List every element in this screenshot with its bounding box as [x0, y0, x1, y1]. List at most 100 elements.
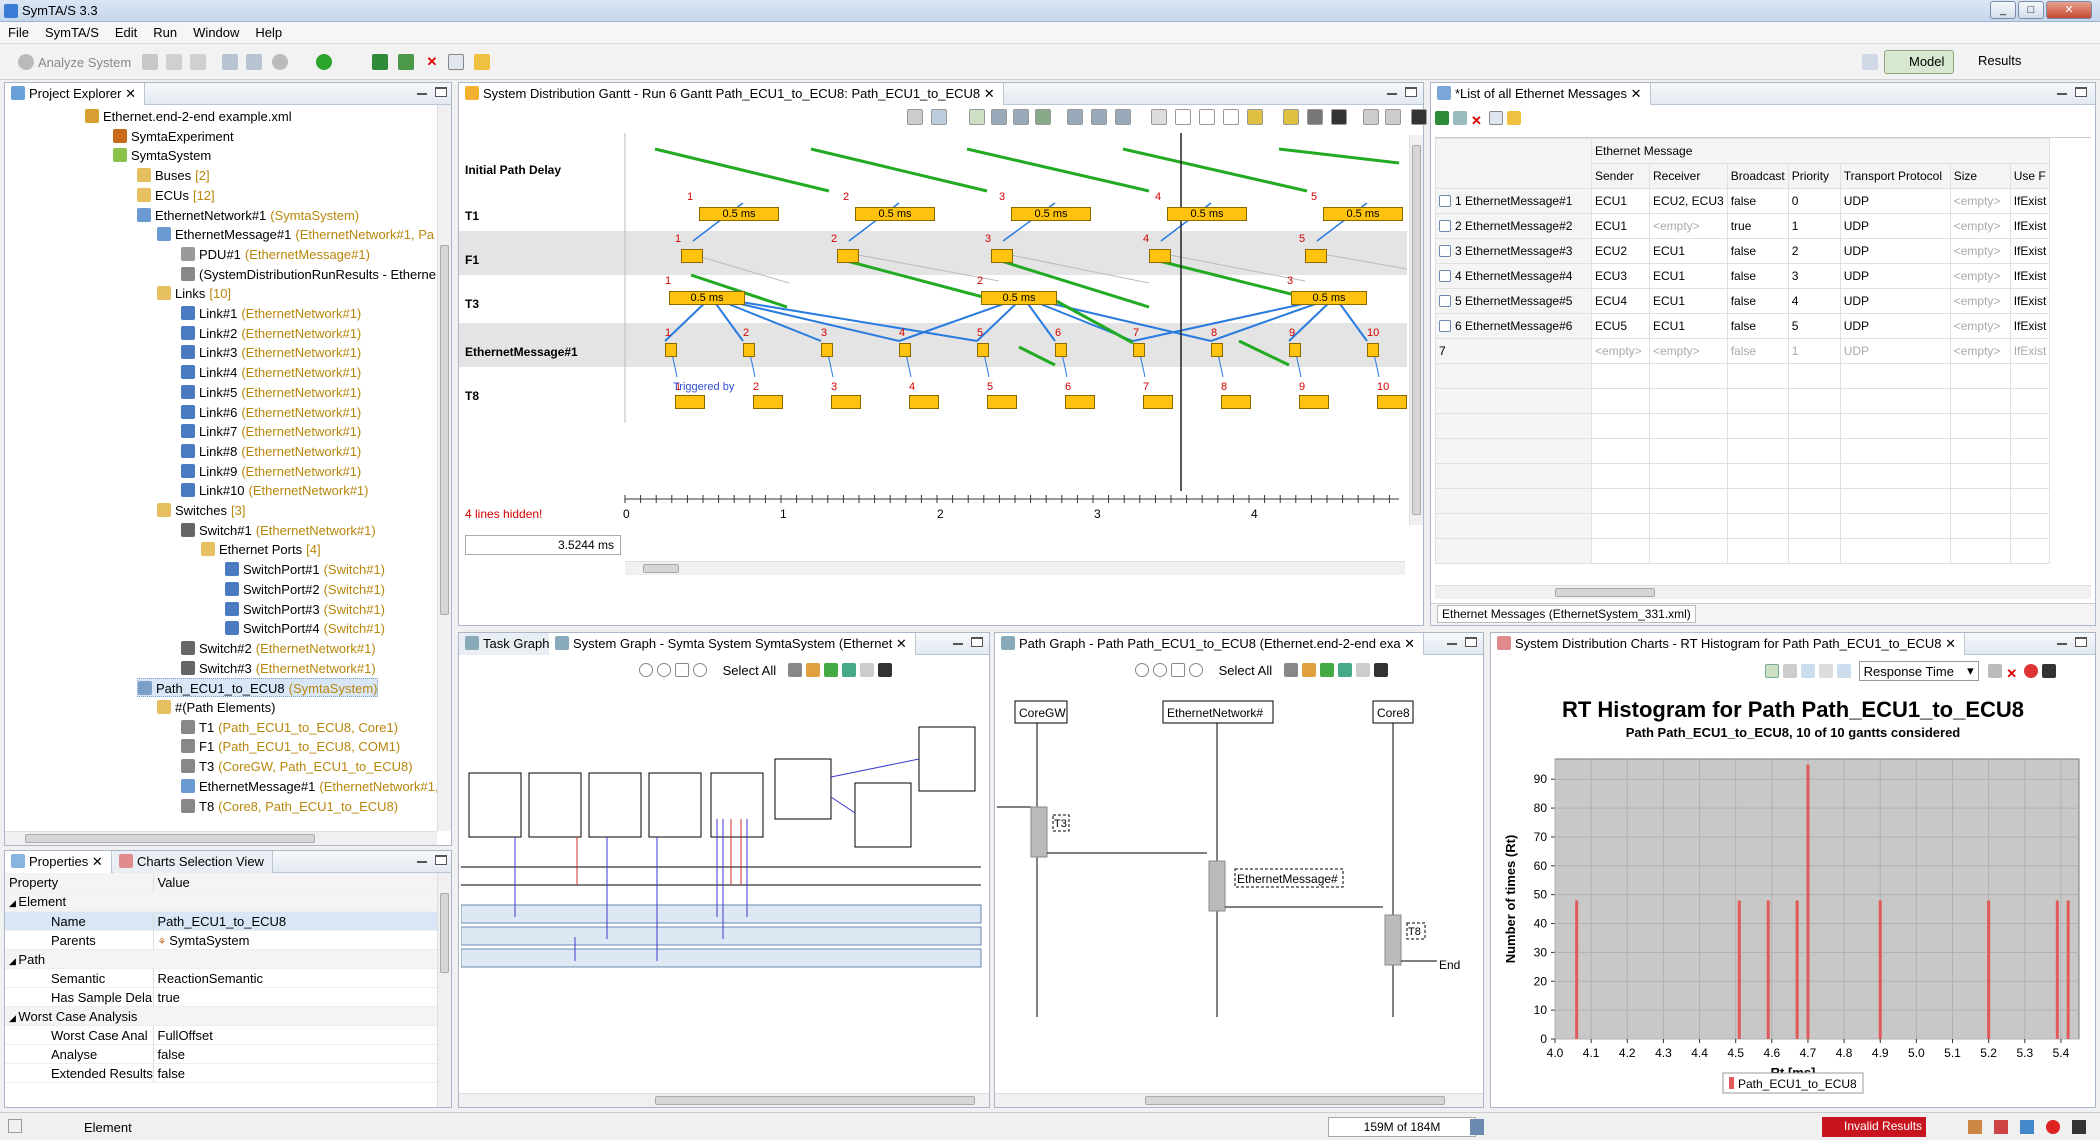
tree-layout-icon[interactable] [823, 663, 838, 677]
tree-item[interactable]: (SystemDistributionRunResults - Etherne [181, 265, 437, 284]
gantt-tool-icon[interactable] [1035, 109, 1051, 125]
tree-item[interactable]: Ethernet Ports [4] [201, 540, 321, 559]
tree-item[interactable]: Link#10 (EthernetNetwork#1) [181, 481, 369, 500]
tree-item[interactable]: Links [10] [157, 284, 231, 303]
tree-item[interactable]: SwitchPort#2 (Switch#1) [225, 580, 385, 599]
search-icon[interactable] [693, 663, 707, 677]
message-cell-receiver[interactable]: ECU1 [1649, 288, 1728, 314]
gantt-task-bar[interactable]: 0.5 ms [981, 291, 1057, 305]
gantt-tool-icon[interactable] [1283, 109, 1299, 125]
gantt-tool-icon[interactable] [1411, 109, 1427, 125]
property-row[interactable]: Extended Results false [5, 1063, 437, 1083]
property-row[interactable]: Has Sample Dela true [5, 987, 437, 1007]
tree-item[interactable]: SymtaExperiment [113, 127, 238, 146]
gantt-tool-icon[interactable] [907, 109, 923, 125]
tree-item[interactable]: T1 (Path_ECU1_to_ECU8, Core1) [181, 718, 398, 737]
gantt-task-bar[interactable] [1149, 249, 1171, 263]
gantt-tool-icon[interactable] [1199, 109, 1215, 125]
message-name-cell[interactable]: 7 [1435, 338, 1592, 364]
message-cell-priority[interactable]: 2 [1787, 238, 1841, 264]
grid-icon[interactable] [1283, 663, 1298, 677]
tab-system-graph[interactable]: System Graph - Symta System SymtaSystem … [549, 633, 916, 655]
column-header[interactable]: Size [1949, 163, 2011, 189]
view-icon[interactable] [1355, 663, 1370, 677]
chart-type-icon[interactable] [1765, 664, 1779, 678]
gantt-task-bar[interactable] [1305, 249, 1327, 263]
tree-horizontal-scrollbar[interactable] [5, 831, 437, 845]
layout-icon[interactable] [805, 663, 820, 677]
gantt-task-bar[interactable]: 0.5 ms [1291, 291, 1367, 305]
message-cell-broadcast[interactable]: true [1726, 213, 1789, 239]
minimize-icon[interactable] [2057, 643, 2067, 645]
gantt-task-bar[interactable] [681, 249, 703, 263]
maximize-icon[interactable] [1405, 87, 1417, 97]
message-cell-proto[interactable]: UDP [1839, 313, 1951, 339]
zoom-fit-icon[interactable] [1171, 663, 1185, 677]
maximize-icon[interactable] [435, 855, 447, 865]
comment-icon[interactable] [1489, 111, 1503, 125]
message-cell-sender[interactable]: ECU5 [1591, 313, 1650, 339]
tree-item[interactable]: Switch#2 (EthernetNetwork#1) [181, 639, 376, 658]
gantt-task-bar[interactable] [821, 343, 833, 357]
gantt-task-bar[interactable] [899, 343, 911, 357]
message-cell-sender[interactable]: ECU1 [1591, 213, 1650, 239]
gantt-task-bar[interactable] [1065, 395, 1095, 409]
minimize-icon[interactable] [417, 861, 427, 863]
gantt-tool-icon[interactable] [931, 109, 947, 125]
grid-icon[interactable] [787, 663, 802, 677]
gantt-task-bar[interactable] [831, 395, 861, 409]
expand-icon[interactable]: ◢ [9, 898, 18, 908]
message-cell-use[interactable]: IfExist [2009, 238, 2051, 264]
tree-item[interactable]: EthernetMessage#1 (EthernetNetwork#1, Pa [157, 225, 434, 244]
tree-item[interactable]: SwitchPort#3 (Switch#1) [225, 600, 385, 619]
message-row[interactable]: 2 EthernetMessage#2 ECU1 <empty> true 1 UDP <e… [1435, 213, 2051, 239]
tab-properties[interactable]: Properties ✕ [5, 851, 112, 873]
menu-edit[interactable]: Edit [107, 22, 145, 40]
stop-icon[interactable] [2024, 664, 2039, 678]
column-header[interactable]: Transport Protocol [1839, 163, 1951, 189]
message-cell-sender[interactable]: ECU4 [1591, 288, 1650, 314]
message-cell-sender[interactable]: <empty> [1591, 338, 1650, 364]
gantt-task-bar[interactable] [1377, 395, 1407, 409]
gantt-task-bar[interactable] [1133, 343, 1145, 357]
system-graph-scrollbar[interactable] [459, 1093, 989, 1107]
menu-run[interactable]: Run [145, 22, 185, 40]
tree-item[interactable]: Link#7 (EthernetNetwork#1) [181, 422, 361, 441]
gantt-tool-icon[interactable] [1385, 109, 1401, 125]
message-name-cell[interactable]: 1 EthernetMessage#1 [1435, 188, 1592, 214]
gantt-task-bar[interactable]: 0.5 ms [669, 291, 745, 305]
tree-item[interactable]: Link#6 (EthernetNetwork#1) [181, 403, 361, 422]
message-cell-receiver[interactable]: ECU1 [1649, 263, 1728, 289]
settings-icon[interactable] [1988, 664, 2003, 678]
tree-item[interactable]: #(Path Elements) [157, 698, 279, 717]
tree-item[interactable]: ECUs [12] [137, 186, 215, 205]
zoom-out-icon[interactable] [657, 663, 671, 677]
message-cell-receiver[interactable]: <empty> [1649, 338, 1728, 364]
column-header[interactable]: Priority [1787, 163, 1841, 189]
tree-item[interactable]: Link#4 (EthernetNetwork#1) [181, 363, 361, 382]
response-time-select[interactable]: Response Time ▾ [1858, 661, 1979, 681]
camera-icon[interactable] [877, 663, 892, 677]
invalid-results-badge[interactable]: Invalid Results [1822, 1117, 1926, 1137]
expand-icon[interactable]: ◢ [9, 1013, 18, 1023]
tree-item[interactable]: Link#8 (EthernetNetwork#1) [181, 442, 361, 461]
message-cell-broadcast[interactable]: false [1726, 238, 1789, 264]
gantt-tool-icon[interactable] [969, 109, 985, 125]
time-value-field[interactable]: 3.5244 ms [465, 535, 621, 555]
message-cell-broadcast[interactable]: false [1726, 188, 1789, 214]
tree-item[interactable]: SymtaSystem [113, 146, 215, 165]
message-cell-priority[interactable]: 0 [1787, 188, 1841, 214]
message-name-cell[interactable]: 4 EthernetMessage#4 [1435, 263, 1592, 289]
tab-task-graph[interactable]: Task Graph [459, 633, 559, 655]
maximize-button[interactable]: □ [2018, 1, 2044, 19]
tree-item[interactable]: T8 (Core8, Path_ECU1_to_ECU8) [181, 797, 398, 816]
tree-item[interactable]: Link#9 (EthernetNetwork#1) [181, 462, 361, 481]
camera-icon[interactable] [1373, 663, 1388, 677]
property-row[interactable]: ◢ Element [5, 892, 437, 912]
status-tool-1[interactable] [1968, 1120, 1982, 1134]
search-icon[interactable] [1189, 663, 1203, 677]
message-cell-sender[interactable]: ECU2 [1591, 238, 1650, 264]
model-perspective-button[interactable]: Model [1884, 50, 1954, 74]
excel-icon[interactable] [1435, 111, 1449, 125]
tab-project-explorer[interactable]: Project Explorer ✕ [5, 83, 145, 105]
